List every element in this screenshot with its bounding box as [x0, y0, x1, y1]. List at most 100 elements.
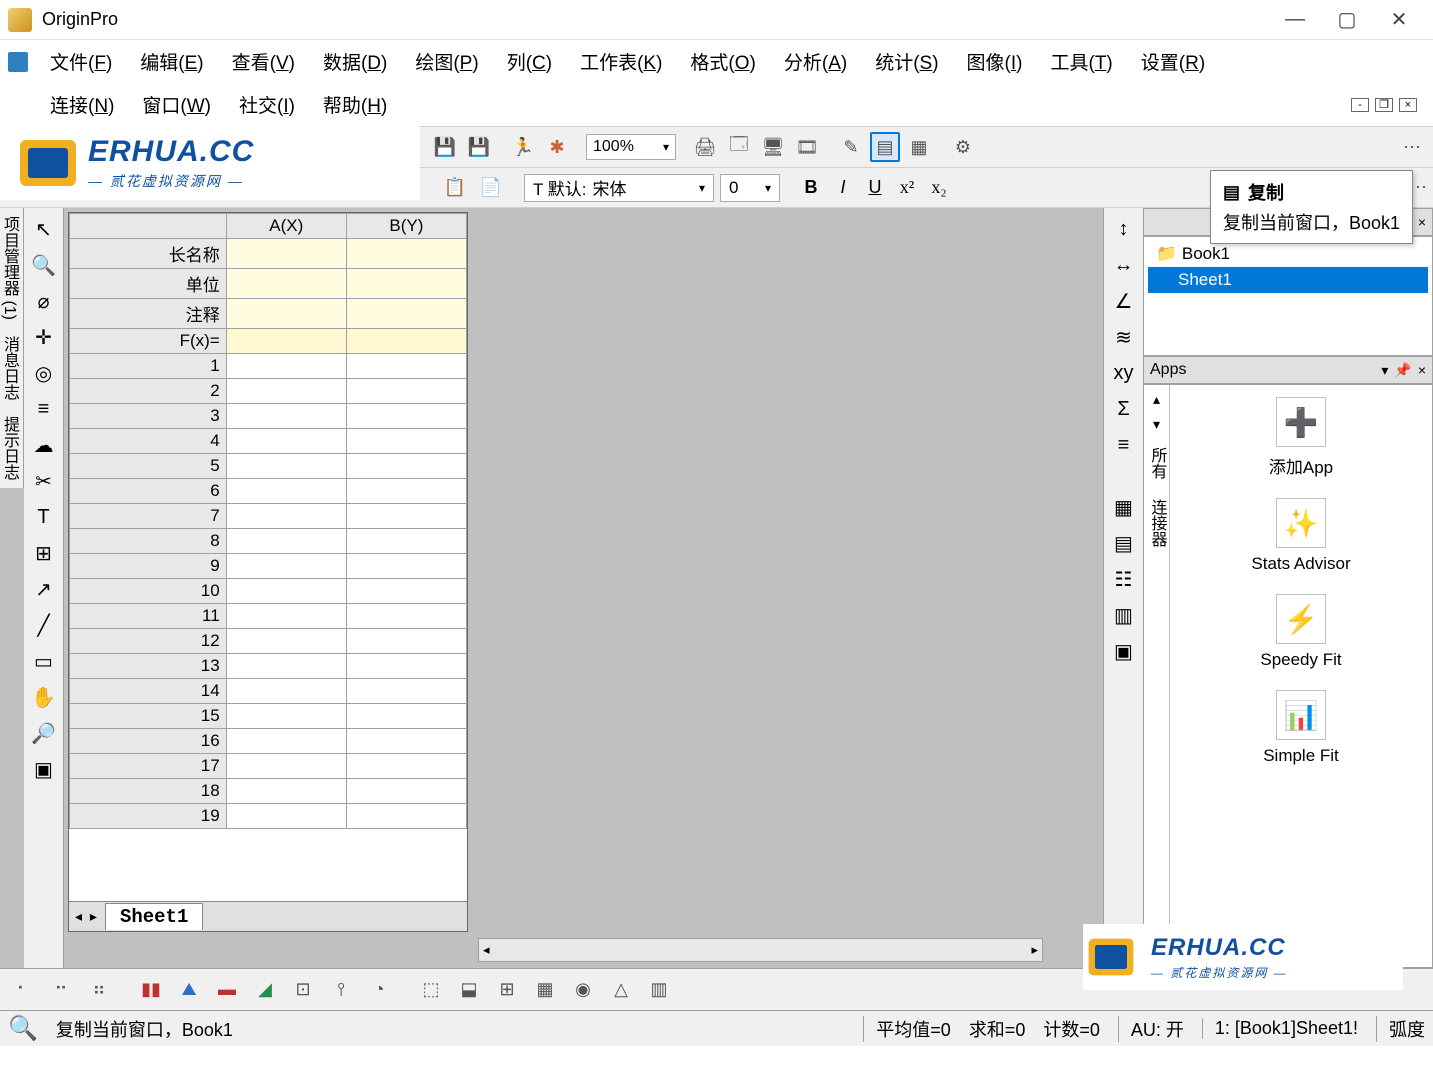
menu-item[interactable]: 格式(O)	[676, 44, 769, 79]
menu-item[interactable]: 文件(F)	[36, 44, 126, 79]
stats-icon[interactable]: Σ	[1109, 394, 1139, 424]
contour-icon[interactable]: ⊞	[492, 975, 522, 1005]
status-search-icon[interactable]: 🔍	[8, 1014, 38, 1043]
up-icon[interactable]: ▴	[1153, 391, 1160, 408]
stack-icon[interactable]: ▬	[212, 975, 242, 1005]
ruler-icon[interactable]: ≡	[1109, 430, 1139, 460]
box-icon[interactable]: ⊡	[288, 975, 318, 1005]
italic-button[interactable]: I	[830, 175, 856, 201]
menu-item[interactable]: 工作表(K)	[566, 44, 676, 79]
maximize-button[interactable]: ▢	[1321, 4, 1373, 36]
save-all-icon[interactable]: 💾	[464, 132, 494, 162]
hand-icon[interactable]: ✋	[29, 682, 59, 712]
hscrollbar[interactable]: ◂ ▸	[478, 938, 1043, 962]
project-tree[interactable]: 📁 Book1 Sheet1	[1143, 236, 1433, 356]
app-item[interactable]: ✨Stats Advisor	[1251, 498, 1350, 574]
minimize-button[interactable]: —	[1269, 4, 1321, 36]
axis-y-icon[interactable]: ↕	[1109, 214, 1139, 244]
down-icon[interactable]: ▾	[1153, 416, 1160, 433]
scroll-left-icon[interactable]: ◂	[483, 942, 490, 958]
menu-item[interactable]: 帮助(H)	[309, 87, 401, 122]
font-combo[interactable]: T 默认: 宋体 ▾	[524, 174, 714, 202]
cloud-icon[interactable]: ☁	[29, 430, 59, 460]
menu-item[interactable]: 连接(N)	[36, 87, 128, 122]
mdi-min-icon[interactable]: -	[1351, 98, 1369, 112]
screen-icon[interactable]: 🖥	[758, 132, 788, 162]
pie-icon[interactable]: ◔	[364, 975, 394, 1005]
close-panel-icon[interactable]: ×	[1418, 214, 1426, 231]
menu-item[interactable]: 编辑(E)	[126, 44, 217, 79]
clipboard-icon[interactable]: 📄	[476, 173, 506, 203]
sheet-tab[interactable]: Sheet1	[105, 903, 203, 930]
surface-icon[interactable]: ⬓	[454, 975, 484, 1005]
matrix-icon[interactable]: ▦	[530, 975, 560, 1005]
bold-button[interactable]: B	[798, 175, 824, 201]
polar-icon[interactable]: ◉	[568, 975, 598, 1005]
candle-icon[interactable]: ⫯	[326, 975, 356, 1005]
dropper-icon[interactable]: ≡	[29, 394, 59, 424]
save-icon[interactable]: 💾	[430, 132, 460, 162]
pointer-icon[interactable]: ↖	[29, 214, 59, 244]
side-tab-messages[interactable]: 消息日志	[0, 328, 24, 408]
bar-icon[interactable]: ▮▮	[136, 975, 166, 1005]
edit-icon[interactable]: ✎	[836, 132, 866, 162]
scroll-right-icon[interactable]: ▸	[1031, 942, 1038, 958]
3d-icon[interactable]: ⬚	[416, 975, 446, 1005]
layout2-icon[interactable]: ▤	[1109, 528, 1139, 558]
zoom-in-icon[interactable]: 🔍	[29, 250, 59, 280]
axis-x-icon[interactable]: ↔	[1109, 250, 1139, 280]
apps-tab-all[interactable]: 所有	[1143, 441, 1171, 485]
app-item[interactable]: ⚡Speedy Fit	[1260, 594, 1341, 670]
menu-item[interactable]: 查看(V)	[218, 44, 309, 79]
xy-icon[interactable]: xy	[1109, 358, 1139, 388]
rect-icon[interactable]: ▭	[29, 646, 59, 676]
area-icon[interactable]: ⛰	[174, 975, 204, 1005]
magnify-icon[interactable]: 🔎	[29, 718, 59, 748]
menu-item[interactable]: 分析(A)	[770, 44, 861, 79]
film-icon[interactable]: 🎞	[792, 132, 822, 162]
menu-item[interactable]: 绘图(P)	[401, 44, 492, 79]
menu-item[interactable]: 数据(D)	[309, 44, 401, 79]
layout-icon[interactable]: ▤	[870, 132, 900, 162]
app-item[interactable]: 📊Simple Fit	[1263, 690, 1339, 766]
run-icon[interactable]: 🏃	[508, 132, 538, 162]
paste-icon[interactable]: 📋	[440, 173, 470, 203]
superscript-button[interactable]: x²	[894, 175, 920, 201]
line-plot-icon[interactable]: ⠒	[46, 975, 76, 1005]
fill-icon[interactable]: ◢	[250, 975, 280, 1005]
menu-item[interactable]: 设置(R)	[1127, 44, 1219, 79]
grid-icon[interactable]: ⊞	[29, 538, 59, 568]
dropdown-icon[interactable]: ▾	[1381, 362, 1388, 379]
menu-item[interactable]: 列(C)	[493, 44, 566, 79]
print-icon[interactable]: 🖨	[690, 132, 720, 162]
underline-button[interactable]: U	[862, 175, 888, 201]
layout5-icon[interactable]: ▣	[1109, 636, 1139, 666]
target-icon[interactable]: ◎	[29, 358, 59, 388]
crosshair-icon[interactable]: ✛	[29, 322, 59, 352]
pin-icon[interactable]: 📌	[1394, 362, 1411, 379]
side-tab-hints[interactable]: 提示日志	[0, 408, 24, 488]
line-scatter-icon[interactable]: ⠶	[84, 975, 114, 1005]
sheet-nav[interactable]: ◂ ▸	[69, 908, 105, 925]
linear-icon[interactable]: ∠	[1109, 286, 1139, 316]
lasso-icon[interactable]: ⌀	[29, 286, 59, 316]
menu-item[interactable]: 工具(T)	[1036, 44, 1126, 79]
overflow-icon[interactable]: ⋯	[1397, 132, 1427, 162]
stop-icon[interactable]: ✱	[542, 132, 572, 162]
data-grid[interactable]: A(X)B(Y)长名称单位注释F(x)=12345678910111213141…	[69, 213, 467, 901]
ternary-icon[interactable]: △	[606, 975, 636, 1005]
apps-tab-connector[interactable]: 连接器	[1143, 493, 1171, 553]
layout4-icon[interactable]: ▥	[1109, 600, 1139, 630]
menu-item[interactable]: 社交(I)	[225, 87, 309, 122]
scatter-icon[interactable]: ⠂	[8, 975, 38, 1005]
preview-icon[interactable]: 🗔	[724, 132, 754, 162]
font-size-combo[interactable]: 0▾	[720, 174, 780, 202]
layout3-icon[interactable]: ☷	[1109, 564, 1139, 594]
arrow-icon[interactable]: ↗	[29, 574, 59, 604]
panel-icon[interactable]: ▦	[904, 132, 934, 162]
side-tab-project[interactable]: 项目管理器 (1)	[0, 208, 24, 328]
tree-icon[interactable]: ⚙	[948, 132, 978, 162]
scissors-icon[interactable]: ✂	[29, 466, 59, 496]
subscript-button[interactable]: x₂	[926, 175, 952, 201]
palette-icon[interactable]: ▣	[29, 754, 59, 784]
